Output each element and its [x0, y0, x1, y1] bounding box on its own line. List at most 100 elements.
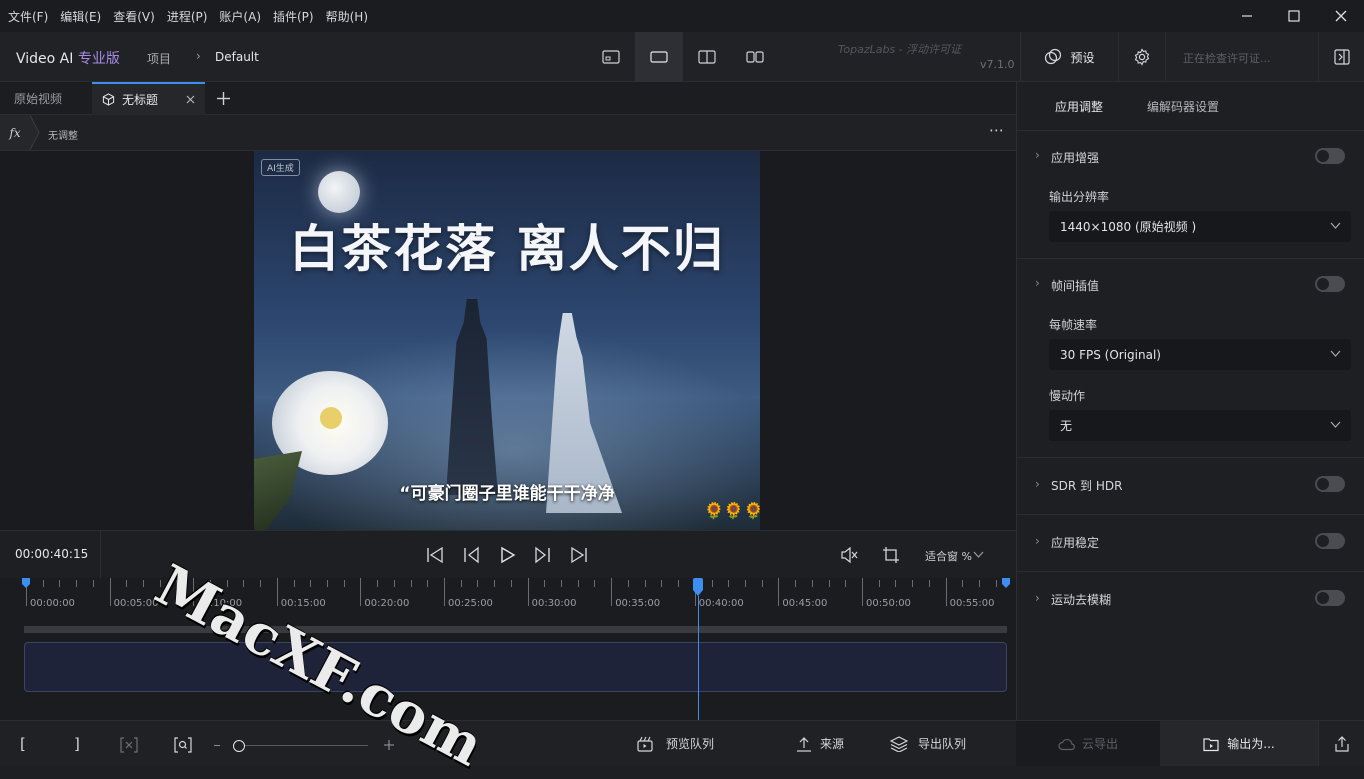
- add-tab-button[interactable]: [212, 82, 234, 115]
- zoom-select[interactable]: 适合窗 %: [925, 548, 972, 564]
- play-icon[interactable]: [498, 546, 516, 564]
- playhead[interactable]: [693, 578, 704, 720]
- set-out-point-icon[interactable]: ]: [74, 721, 80, 766]
- view-side-by-side-button[interactable]: [731, 32, 779, 82]
- view-single-original-button[interactable]: [587, 32, 635, 82]
- step-forward-icon[interactable]: [534, 546, 552, 564]
- app-header: Video AI 专业版 项目 › Default TopazLabs - 浮动…: [0, 32, 1364, 82]
- video-clip-track[interactable]: [24, 642, 1007, 692]
- timeline-minor-tick: [42, 580, 44, 587]
- timeline-tick-label: 00:00:00: [30, 598, 75, 609]
- enhance-title[interactable]: 应用增强: [1051, 149, 1099, 166]
- view-side-by-side-icon: [746, 51, 764, 63]
- share-button[interactable]: [1318, 721, 1364, 766]
- tab-codec-settings[interactable]: 编解码器设置: [1147, 82, 1219, 130]
- more-options-icon[interactable]: ⋯: [989, 121, 1005, 139]
- presets-button[interactable]: 预设: [1020, 32, 1118, 82]
- frame-interp-toggle[interactable]: [1315, 276, 1345, 292]
- cloud-export-button[interactable]: 云导出: [1016, 721, 1160, 766]
- minimize-button[interactable]: [1222, 0, 1272, 32]
- slowmo-value: 无: [1060, 419, 1073, 433]
- layers-icon: [890, 735, 908, 752]
- frame-interp-title[interactable]: 帧间插值: [1051, 277, 1099, 294]
- timeline-major-tick: [276, 578, 278, 606]
- deblur-toggle[interactable]: [1315, 590, 1345, 606]
- stabilize-toggle[interactable]: [1315, 533, 1345, 549]
- settings-button[interactable]: [1118, 32, 1166, 82]
- version-label: v7.1.0: [980, 58, 1015, 71]
- breadcrumb-project[interactable]: 项目: [147, 50, 171, 67]
- timeline-minor-tick: [878, 580, 880, 587]
- chevron-right-icon[interactable]: ›: [1035, 534, 1040, 548]
- mute-icon[interactable]: [840, 546, 858, 564]
- tab-untitled[interactable]: 无标题: [92, 82, 205, 115]
- timeline-minor-tick: [76, 580, 78, 587]
- section-enhance: › 应用增强 输出分辨率 1440×1080 (原始视频 ): [1017, 130, 1364, 258]
- menu-help[interactable]: 帮助(H): [320, 8, 374, 25]
- fx-arrow-icon: [30, 115, 40, 150]
- tab-original-video[interactable]: 原始视频: [0, 82, 92, 115]
- tab-untitled-label: 无标题: [122, 93, 159, 107]
- preview-queue-button[interactable]: 预览队列: [637, 721, 714, 766]
- skip-end-icon[interactable]: [570, 546, 588, 564]
- timeline-minor-tick: [811, 580, 813, 587]
- toggle-panel-button[interactable]: [1318, 32, 1364, 82]
- set-in-point-icon[interactable]: [: [20, 721, 26, 766]
- chevron-down-icon[interactable]: [973, 551, 984, 559]
- video-frame[interactable]: AI生成 白茶花落 离人不归 “可豪门圈子里谁能干干净净 🌻🌻🌻: [254, 151, 760, 530]
- menu-edit[interactable]: 编辑(E): [54, 8, 107, 25]
- zoom-slider-handle[interactable]: [233, 740, 245, 752]
- timeline-minor-tick: [979, 580, 981, 587]
- sdr-hdr-toggle[interactable]: [1315, 476, 1345, 492]
- view-full-icon: [650, 51, 668, 63]
- menu-file[interactable]: 文件(F): [2, 8, 54, 25]
- menu-plugins[interactable]: 插件(P): [267, 8, 320, 25]
- export-queue-button[interactable]: 导出队列: [890, 721, 966, 766]
- in-marker-icon[interactable]: [22, 578, 30, 588]
- timeline-scroll-track[interactable]: [24, 626, 1007, 633]
- zoom-fit-icon[interactable]: [174, 737, 192, 753]
- export-as-button[interactable]: 输出为...: [1160, 721, 1318, 766]
- view-single-icon: [602, 50, 620, 64]
- view-single-button[interactable]: [635, 32, 683, 82]
- zoom-slider-track[interactable]: [238, 745, 368, 746]
- tab-apply-label: 应用调整: [1055, 99, 1104, 114]
- enhance-toggle[interactable]: [1315, 148, 1345, 164]
- menu-process[interactable]: 进程(P): [161, 8, 214, 25]
- menu-account[interactable]: 账户(A): [213, 8, 267, 25]
- stabilize-title[interactable]: 应用稳定: [1051, 534, 1099, 551]
- close-tab-icon[interactable]: [186, 95, 195, 104]
- chevron-down-icon: [1330, 350, 1341, 357]
- output-resolution-select[interactable]: 1440×1080 (原始视频 ): [1049, 211, 1351, 242]
- crop-icon[interactable]: [882, 546, 900, 564]
- step-back-icon[interactable]: [462, 546, 480, 564]
- sdr-hdr-title[interactable]: SDR 到 HDR: [1051, 477, 1122, 494]
- fx-icon[interactable]: fx: [0, 115, 30, 150]
- deblur-title[interactable]: 运动去模糊: [1051, 591, 1111, 608]
- out-marker-icon[interactable]: [1002, 578, 1010, 588]
- close-window-button[interactable]: [1316, 0, 1364, 32]
- settings-panel: 应用调整 编解码器设置 › 应用增强 输出分辨率 1440×1080 (原始视频…: [1016, 82, 1364, 720]
- menu-view[interactable]: 查看(V): [107, 8, 161, 25]
- slowmo-select[interactable]: 无: [1049, 410, 1351, 441]
- zoom-out-icon[interactable]: [214, 745, 220, 746]
- breadcrumb-current[interactable]: Default: [215, 50, 259, 64]
- clear-range-icon[interactable]: [120, 737, 138, 753]
- video-viewer[interactable]: AI生成 白茶花落 离人不归 “可豪门圈子里谁能干干净净 🌻🌻🌻: [0, 151, 1016, 530]
- maximize-button[interactable]: [1269, 0, 1319, 32]
- timeline-minor-tick: [427, 580, 429, 587]
- license-check-status: 正在检查许可证...: [1183, 52, 1271, 65]
- source-button[interactable]: 来源: [796, 721, 844, 766]
- timeline-minor-tick: [594, 580, 596, 587]
- view-split-button[interactable]: [683, 32, 731, 82]
- chevron-right-icon[interactable]: ›: [1035, 477, 1040, 491]
- timeline-tick-label: 00:55:00: [949, 598, 995, 609]
- skip-start-icon[interactable]: [426, 546, 444, 564]
- chevron-right-icon[interactable]: ›: [1035, 148, 1040, 162]
- fps-select[interactable]: 30 FPS (Original): [1049, 339, 1351, 370]
- timeline-minor-tick: [661, 580, 663, 587]
- chevron-right-icon[interactable]: ›: [1035, 276, 1040, 290]
- tab-apply-adjustments[interactable]: 应用调整: [1055, 82, 1103, 130]
- chevron-right-icon[interactable]: ›: [1035, 591, 1040, 605]
- playhead-handle-icon[interactable]: [693, 578, 704, 596]
